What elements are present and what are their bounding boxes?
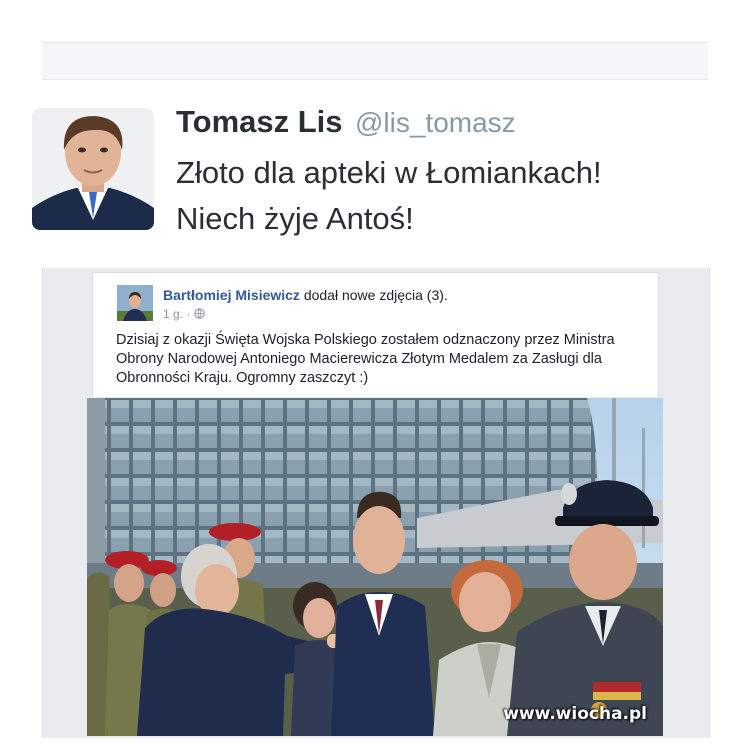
facebook-author-name[interactable]: Bartłomiej Misiewicz [163,287,300,303]
tweet: Tomasz Lis @lis_tomasz Złoto dla apteki … [0,78,750,268]
facebook-author-avatar[interactable] [117,285,153,321]
tweet-text-line: Złoto dla apteki w Łomiankach! [176,155,602,190]
tweet-text-line: Niech żyje Antoś! [176,201,414,236]
facebook-post-header: Bartłomiej Misiewicz dodał nowe zdjęcia … [163,287,448,303]
tweet-header: Tomasz Lis @lis_tomasz [176,104,516,140]
top-search-bar [42,42,708,80]
tweet-author-name[interactable]: Tomasz Lis [176,104,343,139]
tweet-author-handle[interactable]: @lis_tomasz [355,107,516,138]
facebook-post-time[interactable]: 1 g. · [163,307,190,321]
watermark-logo: www.wiocha.pl [503,704,647,724]
tweet-text: Złoto dla apteki w Łomiankach! Niech żyj… [176,150,716,242]
facebook-post-text: Dzisiaj z okazji Święta Wojska Polskiego… [116,332,615,386]
facebook-post: Bartłomiej Misiewicz dodał nowe zdjęcia … [92,272,659,397]
facebook-post-meta: 1 g. · [163,307,205,321]
facebook-post-action: dodał nowe zdjęcia (3). [303,287,448,303]
tweet-avatar[interactable] [32,108,154,230]
globe-icon [194,307,205,321]
ceremony-photo[interactable]: www.wiocha.pl [87,398,663,736]
